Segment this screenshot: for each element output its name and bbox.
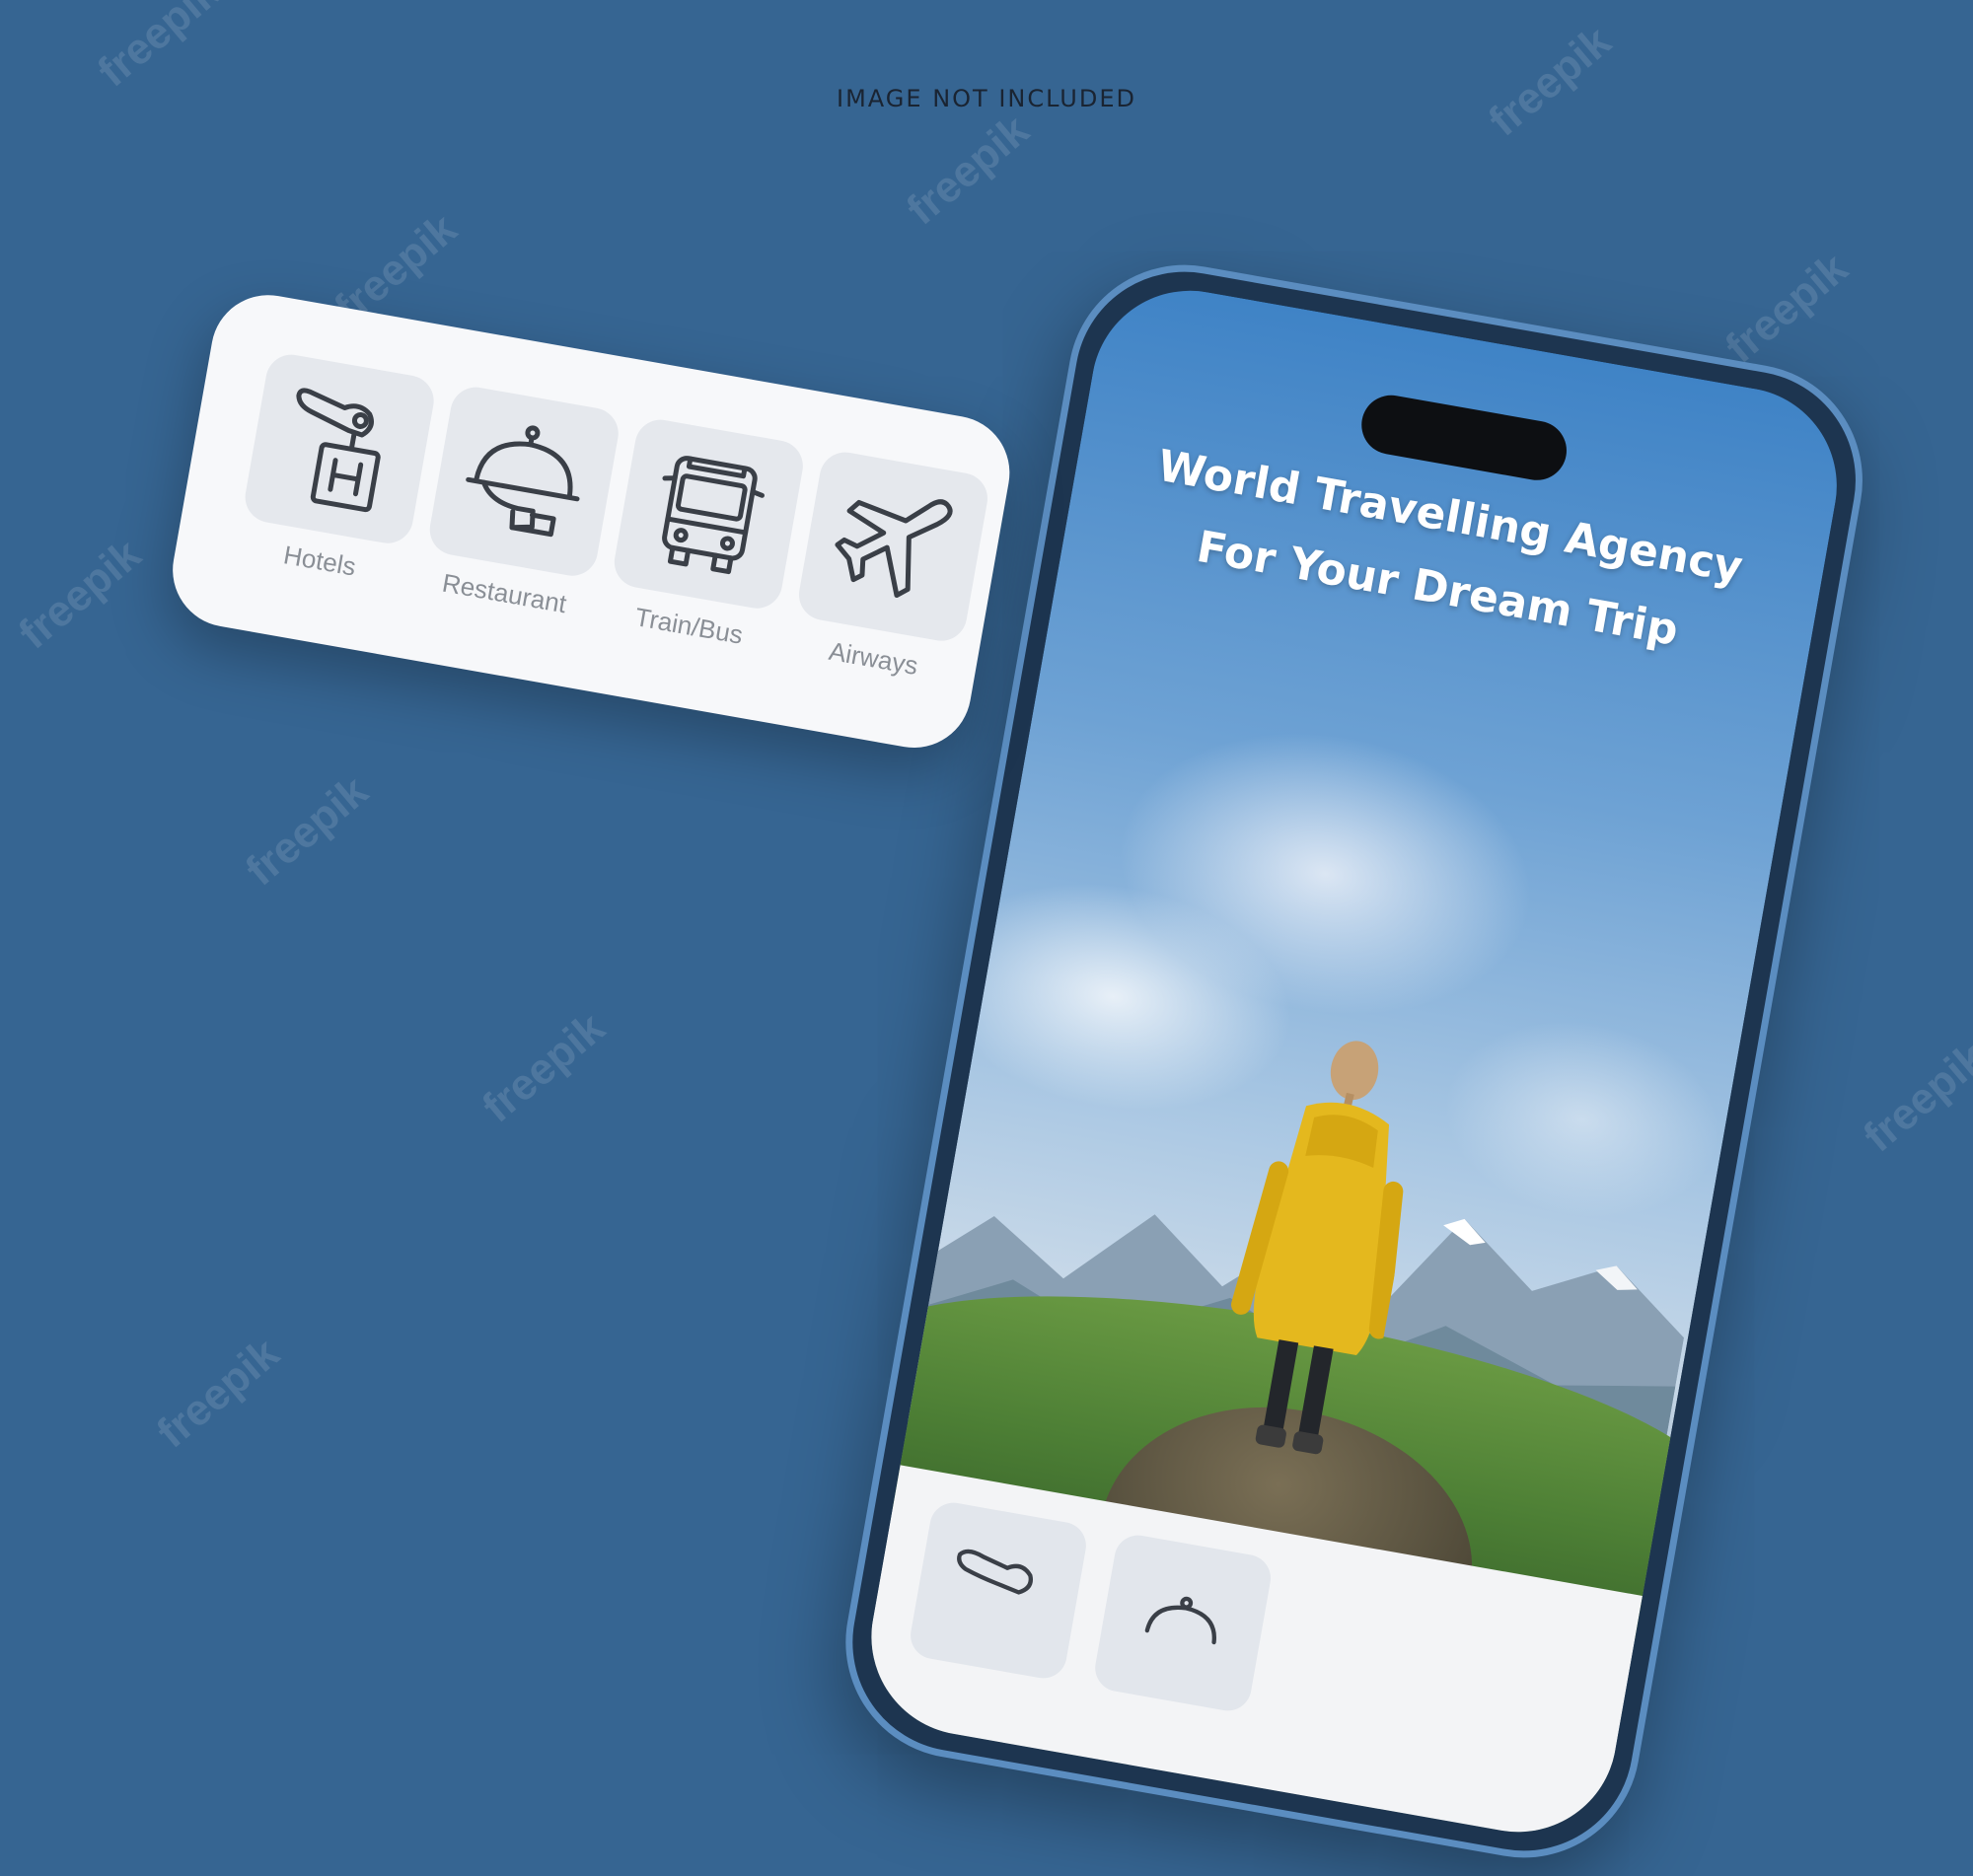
service-tile[interactable] — [610, 415, 807, 613]
watermark: freepik — [89, 0, 230, 97]
service-tile[interactable] — [794, 448, 992, 645]
service-item-train-bus[interactable]: Train/Bus — [603, 415, 807, 657]
serving-cloche-icon — [466, 425, 580, 538]
bus-icon — [662, 456, 765, 575]
service-tile[interactable] — [241, 350, 438, 547]
watermark: freepik — [474, 1003, 615, 1132]
service-item-restaurant[interactable]: Restaurant — [418, 383, 622, 624]
airplane-icon — [835, 499, 953, 599]
phone-screen: World Travelling Agency For Your Dream T… — [855, 274, 1853, 1848]
bottom-tile-restaurant[interactable] — [1091, 1531, 1275, 1715]
watermark: freepik — [1480, 17, 1621, 146]
image-not-included-note: IMAGE NOT INCLUDED — [837, 85, 1136, 112]
service-item-hotels[interactable]: Hotels — [234, 350, 438, 592]
hotel-key-icon — [296, 388, 381, 513]
serving-cloche-icon — [1144, 1596, 1216, 1645]
watermark: freepik — [237, 766, 378, 896]
bottom-tile-hotels[interactable] — [907, 1498, 1090, 1683]
service-tile[interactable] — [425, 383, 622, 580]
watermark: freepik — [10, 530, 151, 659]
watermark: freepik — [1717, 244, 1858, 373]
hotel-key-icon — [957, 1549, 1033, 1595]
watermark: freepik — [898, 106, 1039, 235]
services-card: Hotels Restaurant Train/Bus Airways — [163, 286, 1019, 758]
service-item-airways[interactable]: Airways — [787, 448, 992, 689]
watermark: freepik — [148, 1329, 289, 1458]
watermark: freepik — [1855, 1033, 1973, 1162]
